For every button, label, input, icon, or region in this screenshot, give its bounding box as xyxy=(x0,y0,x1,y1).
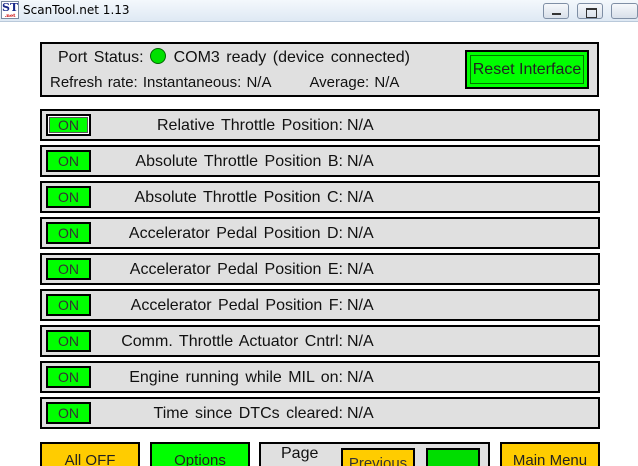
sensor-toggle-button[interactable]: ON xyxy=(46,294,91,316)
sensor-toggle-button[interactable]: ON xyxy=(46,150,91,172)
sensor-row: ON Accelerator Pedal Position D: N/A xyxy=(40,217,600,249)
sensor-label: Absolute Throttle Position B: xyxy=(135,153,343,170)
sensor-label: Engine running while MIL on: xyxy=(129,369,343,386)
page-label: Page xyxy=(281,445,319,462)
sensor-label: Time since DTCs cleared: xyxy=(153,405,343,422)
next-page-button[interactable] xyxy=(426,448,480,466)
reset-button-focus-ring xyxy=(470,55,584,84)
sensor-label: Relative Throttle Position: xyxy=(156,117,343,134)
port-status-row: Port Status: COM3 ready (device connected… xyxy=(58,48,410,67)
sensor-value: N/A xyxy=(347,189,374,206)
previous-page-button[interactable]: Previous xyxy=(341,448,415,466)
all-off-button[interactable]: All OFF xyxy=(40,442,140,466)
average-rate-label: Average: N/A xyxy=(309,74,400,91)
sensor-row: ON Accelerator Pedal Position E: N/A xyxy=(40,253,600,285)
sensor-row: ON Absolute Throttle Position B: N/A xyxy=(40,145,600,177)
sensor-row: ON Engine running while MIL on: N/A xyxy=(40,361,600,393)
reset-interface-button[interactable]: Reset Interface xyxy=(465,50,589,89)
sensor-value: N/A xyxy=(347,153,374,170)
minimize-button[interactable] xyxy=(543,3,569,19)
maximize-button[interactable] xyxy=(577,3,603,19)
sensor-value: N/A xyxy=(347,225,374,242)
sensor-label: Comm. Throttle Actuator Cntrl: xyxy=(121,333,343,350)
sensor-toggle-button[interactable]: ON xyxy=(46,366,91,388)
sensor-value: N/A xyxy=(347,405,374,422)
app-logo-subtext: .net xyxy=(4,13,16,19)
sensor-value: N/A xyxy=(347,261,374,278)
close-button[interactable] xyxy=(611,3,638,19)
sensor-toggle-button[interactable]: ON xyxy=(46,258,91,280)
connection-led-icon xyxy=(149,48,166,64)
sensor-value: N/A xyxy=(347,117,374,134)
status-panel: Port Status: COM3 ready (device connected… xyxy=(40,42,599,97)
sensor-row: ON Relative Throttle Position: N/A xyxy=(40,109,600,141)
sensor-toggle-button[interactable]: ON xyxy=(46,402,91,424)
port-status-label: Port Status: xyxy=(58,49,144,66)
sensor-value: N/A xyxy=(347,297,374,314)
sensor-toggle-button[interactable]: ON xyxy=(46,222,91,244)
sensor-row: ON Comm. Throttle Actuator Cntrl: N/A xyxy=(40,325,600,357)
main-menu-button[interactable]: Main Menu xyxy=(500,442,600,466)
sensor-row: ON Time since DTCs cleared: N/A xyxy=(40,397,600,429)
refresh-rate-label: Refresh rate: Instantaneous: N/A xyxy=(50,74,272,91)
refresh-rate-row: Refresh rate: Instantaneous: N/A Average:… xyxy=(50,74,399,91)
sensor-label: Accelerator Pedal Position E: xyxy=(129,261,343,278)
options-button[interactable]: Options xyxy=(150,442,250,466)
sensor-toggle-button[interactable]: ON xyxy=(46,186,91,208)
sensor-value: N/A xyxy=(347,369,374,386)
sensor-label: Absolute Throttle Position C: xyxy=(134,189,343,206)
sensor-value: N/A xyxy=(347,333,374,350)
window-title: ScanTool.net 1.13 xyxy=(23,3,130,17)
sensor-row: ON Absolute Throttle Position C: N/A xyxy=(40,181,600,213)
sensor-toggle-button[interactable]: ON xyxy=(46,114,91,136)
page-navigation-panel: Page Previous xyxy=(259,442,490,466)
sensor-toggle-button[interactable]: ON xyxy=(46,330,91,352)
sensor-row: ON Accelerator Pedal Position F: N/A xyxy=(40,289,600,321)
port-status-value: COM3 ready (device connected) xyxy=(173,49,410,66)
title-bar: ST .net ScanTool.net 1.13 xyxy=(0,0,638,22)
app-logo-icon: ST .net xyxy=(1,1,19,19)
sensor-label: Accelerator Pedal Position F: xyxy=(130,297,343,314)
sensor-label: Accelerator Pedal Position D: xyxy=(128,225,343,242)
